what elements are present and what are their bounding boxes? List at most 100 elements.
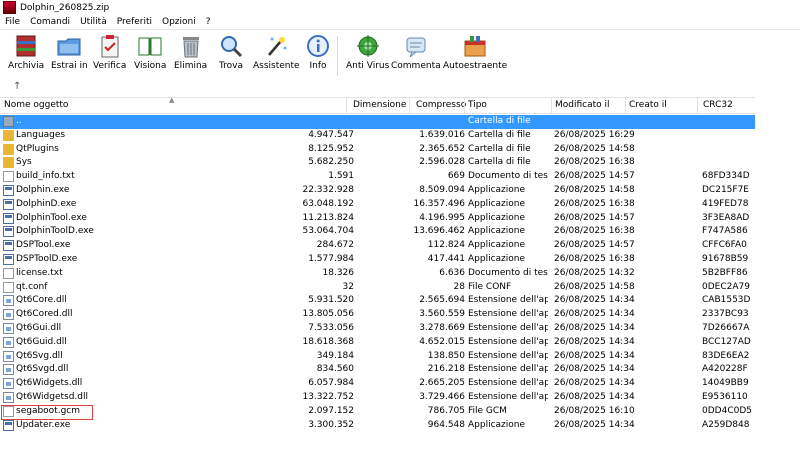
file-compressed: 2.665.205 — [419, 378, 465, 389]
winrar-app-icon[interactable] — [3, 1, 16, 14]
file-type: Applicazione — [468, 240, 526, 251]
column-compressed[interactable]: Compresso — [416, 100, 466, 110]
column-divider[interactable] — [409, 98, 410, 113]
file-crc32: A259D848 — [702, 419, 750, 430]
info-button[interactable]: Info — [305, 33, 331, 71]
autoestraente-button[interactable]: Autoestraente — [443, 33, 507, 71]
column-divider[interactable] — [346, 98, 347, 113]
folder-icon — [3, 157, 14, 169]
file-crc32: 14049BB9 — [702, 378, 749, 389]
table-row[interactable]: DSPTool.exe 284.672 112.824 Applicazione 26/… — [0, 239, 755, 253]
visiona-button[interactable]: Visiona — [134, 33, 166, 71]
folder-icon — [3, 129, 14, 141]
antivirus-button[interactable]: Anti Virus — [346, 33, 389, 71]
file-compressed: 8.509.094 — [419, 184, 465, 195]
file-type: Estensione dell'ap... — [468, 378, 548, 389]
file-size: 13.322.752 — [302, 391, 354, 402]
file-type: Applicazione — [468, 419, 526, 430]
assistente-button[interactable]: Assistente — [253, 33, 300, 71]
table-row[interactable]: segaboot.gcm 2.097.152 786.705 File GCM 26/0… — [0, 405, 755, 419]
menu-opzioni[interactable]: Opzioni — [157, 17, 201, 27]
file-compressed: 3.278.669 — [419, 322, 465, 333]
column-divider[interactable] — [551, 98, 552, 113]
file-compressed: 4.652.015 — [419, 336, 465, 347]
file-crc32: 2337BC93 — [702, 309, 749, 320]
table-row[interactable]: Qt6Core.dll 5.931.520 2.565.694 Estensione … — [0, 294, 755, 308]
folder-icon — [3, 143, 14, 155]
table-row[interactable]: build_info.txt 1.591 669 Documento di testo… — [0, 170, 755, 184]
dll-file-icon — [3, 336, 14, 348]
verifica-button[interactable]: Verifica — [93, 33, 126, 71]
menu-comandi[interactable]: Comandi — [25, 17, 75, 27]
table-row[interactable]: DolphinD.exe 63.048.192 16.357.496 Applicaz… — [0, 198, 755, 212]
file-modified: 26/08/2025 16:38 — [554, 157, 635, 168]
table-row[interactable]: Updater.exe 3.300.352 964.548 Applicazione 2… — [0, 419, 755, 433]
file-type: Cartella di file — [468, 116, 531, 126]
title-bar: Dolphin_260825.zip — [0, 0, 800, 15]
file-crc32: 419FED78 — [702, 198, 749, 209]
table-row[interactable]: Qt6Widgets.dll 6.057.984 2.665.205 Estensio… — [0, 377, 755, 391]
info-icon — [305, 33, 331, 59]
file-crc32: CFFC6FA0 — [702, 240, 747, 251]
column-modified[interactable]: Modificato il — [555, 100, 610, 110]
file-type: Applicazione — [468, 198, 526, 209]
file-compressed: 2.565.694 — [419, 295, 465, 306]
table-row[interactable]: Qt6Widgetsd.dll 13.322.752 3.729.466 Estens… — [0, 391, 755, 405]
file-type: Estensione dell'ap... — [468, 322, 548, 333]
table-row[interactable]: qt.conf 32 28 File CONF 26/08/2025 14:58 0DEC… — [0, 281, 755, 295]
menu-preferiti[interactable]: Preferiti — [112, 17, 157, 27]
file-size: 53.064.704 — [302, 226, 354, 237]
file-crc32: BCC127AD — [702, 336, 751, 347]
table-row[interactable]: DSPToolD.exe 1.577.984 417.441 Applicazione… — [0, 253, 755, 267]
file-crc32: 83DE6EA2 — [702, 350, 750, 361]
exe-file-icon — [3, 184, 14, 196]
table-row[interactable]: Qt6Guid.dll 18.618.368 4.652.015 Estensione… — [0, 336, 755, 350]
table-row[interactable]: DolphinTool.exe 11.213.824 4.196.995 Applic… — [0, 212, 755, 226]
table-row[interactable]: Qt6Cored.dll 13.805.056 3.560.559 Estension… — [0, 308, 755, 322]
file-size: 18.618.368 — [302, 336, 354, 347]
magnifier-icon — [218, 33, 244, 59]
table-row[interactable]: Dolphin.exe 22.332.928 8.509.094 Applicazio… — [0, 184, 755, 198]
column-divider[interactable] — [697, 98, 698, 113]
table-row[interactable]: license.txt 18.326 6.636 Documento di testo… — [0, 267, 755, 281]
file-crc32: 0DEC2A79 — [702, 281, 750, 292]
elimina-button[interactable]: Elimina — [174, 33, 207, 71]
commenta-button[interactable]: Commenta — [391, 33, 441, 71]
exe-file-icon — [3, 212, 14, 224]
menu-utilita[interactable]: Utilità — [75, 17, 112, 27]
file-size: 3.300.352 — [308, 419, 354, 430]
table-row[interactable]: DolphinToolD.exe 53.064.704 13.696.462 Appl… — [0, 225, 755, 239]
column-divider[interactable] — [625, 98, 626, 113]
table-row[interactable]: Qt6Svg.dll 349.184 138.850 Estensione dell'… — [0, 350, 755, 364]
menu-file[interactable]: File — [0, 17, 25, 27]
text-file-icon — [3, 267, 14, 279]
text-file-icon — [3, 281, 14, 293]
table-row[interactable]: QtPlugins 8.125.952 2.365.652 Cartella di f… — [0, 143, 755, 157]
file-size: 18.326 — [322, 267, 355, 278]
parent-folder-icon — [3, 116, 14, 127]
menu-bar: File Comandi Utilità Preferiti Opzioni ? — [0, 15, 800, 30]
exe-file-icon — [3, 198, 14, 210]
column-divider[interactable] — [464, 98, 465, 113]
up-arrow-icon[interactable]: ↑ — [13, 81, 21, 92]
file-name: DSPTool.exe — [16, 240, 71, 251]
table-row[interactable]: Qt6Svgd.dll 834.560 216.218 Estensione dell… — [0, 363, 755, 377]
exe-file-icon — [3, 419, 14, 431]
file-name: DolphinToolD.exe — [16, 226, 94, 237]
table-row[interactable]: Qt6Gui.dll 7.533.056 3.278.669 Estensione d… — [0, 322, 755, 336]
column-type[interactable]: Tipo — [468, 100, 487, 110]
file-modified: 26/08/2025 14:57 — [554, 212, 635, 223]
column-crc32[interactable]: CRC32 — [703, 100, 733, 110]
table-row[interactable]: Sys 5.682.250 2.596.028 Cartella di file 26/… — [0, 156, 755, 170]
file-size: 6.057.984 — [308, 378, 354, 389]
table-row[interactable]: .. Cartella di file — [0, 115, 755, 129]
file-name: .. — [16, 116, 22, 126]
archivia-button[interactable]: Archivia — [8, 33, 44, 71]
table-row[interactable]: Languages 4.947.547 1.639.016 Cartella di f… — [0, 129, 755, 143]
column-name[interactable]: Nome oggetto — [4, 100, 68, 110]
column-created[interactable]: Creato il — [629, 100, 667, 110]
estrai-in-button[interactable]: Estrai in — [51, 33, 88, 71]
menu-help[interactable]: ? — [201, 17, 216, 27]
column-size[interactable]: Dimensione — [353, 100, 406, 110]
trova-button[interactable]: Trova — [218, 33, 244, 71]
